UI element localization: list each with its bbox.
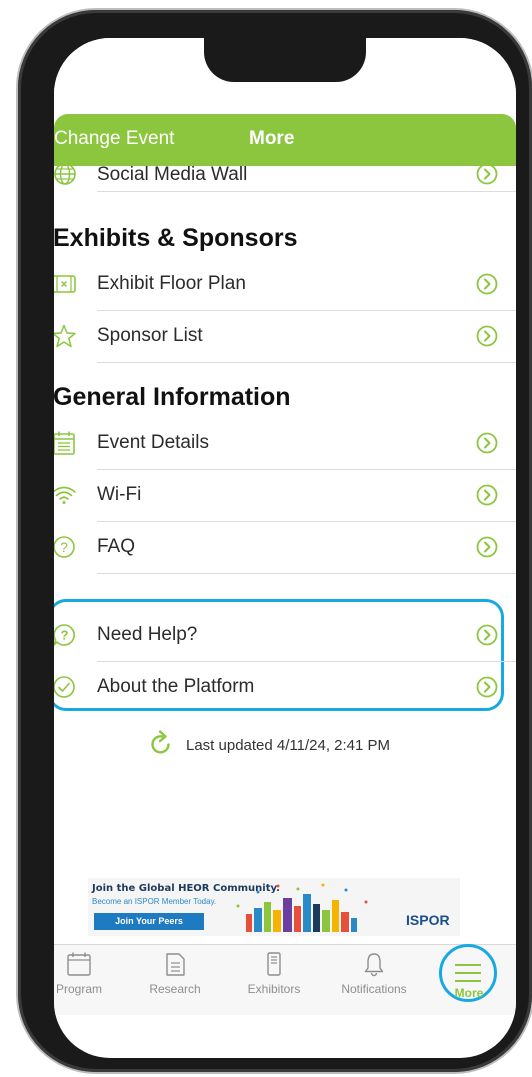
- tab-label: Notifications: [341, 982, 407, 996]
- last-updated-row: Last updated 4/11/24, 2:41 PM: [54, 730, 516, 760]
- divider: [97, 362, 516, 363]
- tab-label-more: More: [454, 986, 484, 1000]
- svg-text:?: ?: [61, 628, 69, 643]
- menu-item-exhibit-floor-plan[interactable]: Exhibit Floor Plan: [54, 259, 516, 311]
- booth-icon: [267, 952, 281, 976]
- menu-item-need-help[interactable]: ? Need Help?: [54, 610, 516, 662]
- hamburger-menu-icon: [455, 964, 481, 982]
- menu-item-label: About the Platform: [97, 676, 255, 697]
- globe-icon: [54, 161, 78, 187]
- question-icon: ?: [54, 534, 77, 560]
- chevron-right-icon: [476, 163, 498, 185]
- svg-text:?: ?: [60, 539, 68, 555]
- menu-item-label: Event Details: [97, 432, 209, 453]
- calendar-icon: [67, 952, 91, 976]
- menu-item-label: Exhibit Floor Plan: [97, 273, 246, 294]
- ispor-logo: ISPOR: [406, 912, 450, 928]
- section-title-general: General Information: [54, 383, 291, 411]
- tab-program[interactable]: Program: [54, 951, 124, 1009]
- change-event-link[interactable]: Change Event: [54, 128, 174, 150]
- menu-item-wifi[interactable]: Wi-Fi: [54, 470, 516, 522]
- app-screen: Change Event More Social Media Wall Exhi…: [54, 38, 516, 1058]
- section-title-exhibits: Exhibits & Sponsors: [54, 224, 298, 252]
- menu-item-label: FAQ: [97, 536, 136, 557]
- wifi-icon: [54, 482, 77, 508]
- document-icon: [166, 953, 185, 976]
- menu-item-label: Need Help?: [97, 624, 198, 645]
- chevron-right-icon: [476, 432, 498, 454]
- divider: [97, 573, 516, 574]
- membership-banner-ad[interactable]: Join the Global HEOR Community. Become a…: [88, 878, 460, 936]
- device-notch: [204, 38, 366, 82]
- menu-item-label: Social Media Wall: [97, 164, 248, 185]
- chevron-right-icon: [476, 624, 498, 646]
- tab-research[interactable]: Research: [130, 951, 220, 1009]
- menu-item-event-details[interactable]: Event Details: [54, 418, 516, 470]
- join-your-peers-button[interactable]: Join Your Peers: [94, 913, 204, 930]
- check-circle-icon: [54, 674, 77, 700]
- star-icon: [54, 323, 77, 349]
- floor-plan-icon: [54, 271, 77, 297]
- menu-item-label: Sponsor List: [97, 325, 203, 346]
- refresh-icon[interactable]: [148, 730, 174, 758]
- tab-label: Research: [149, 982, 201, 996]
- last-updated-text: Last updated 4/11/24, 2:41 PM: [186, 737, 391, 754]
- chevron-right-icon: [476, 273, 498, 295]
- chevron-right-icon: [476, 676, 498, 698]
- chevron-right-icon: [476, 536, 498, 558]
- divider: [97, 191, 516, 192]
- banner-subline: Become an ISPOR Member Today.: [92, 897, 217, 906]
- tab-exhibitors[interactable]: Exhibitors: [229, 951, 319, 1009]
- help-bubble-icon: ?: [54, 622, 77, 648]
- menu-item-social-media-wall[interactable]: Social Media Wall: [54, 156, 516, 192]
- chevron-right-icon: [476, 325, 498, 347]
- page-title: More: [249, 128, 295, 149]
- chevron-right-icon: [476, 484, 498, 506]
- bell-icon: [364, 953, 384, 977]
- calendar-icon: [54, 430, 77, 456]
- menu-item-faq[interactable]: ? FAQ: [54, 522, 516, 574]
- menu-item-sponsor-list[interactable]: Sponsor List: [54, 311, 516, 363]
- community-graphic: [236, 883, 368, 932]
- tab-label: Exhibitors: [247, 982, 301, 996]
- tab-label: Program: [55, 982, 102, 996]
- menu-item-label: Wi-Fi: [97, 484, 142, 505]
- tab-notifications[interactable]: Notifications: [324, 951, 424, 1009]
- menu-item-about-platform[interactable]: About the Platform: [54, 662, 516, 714]
